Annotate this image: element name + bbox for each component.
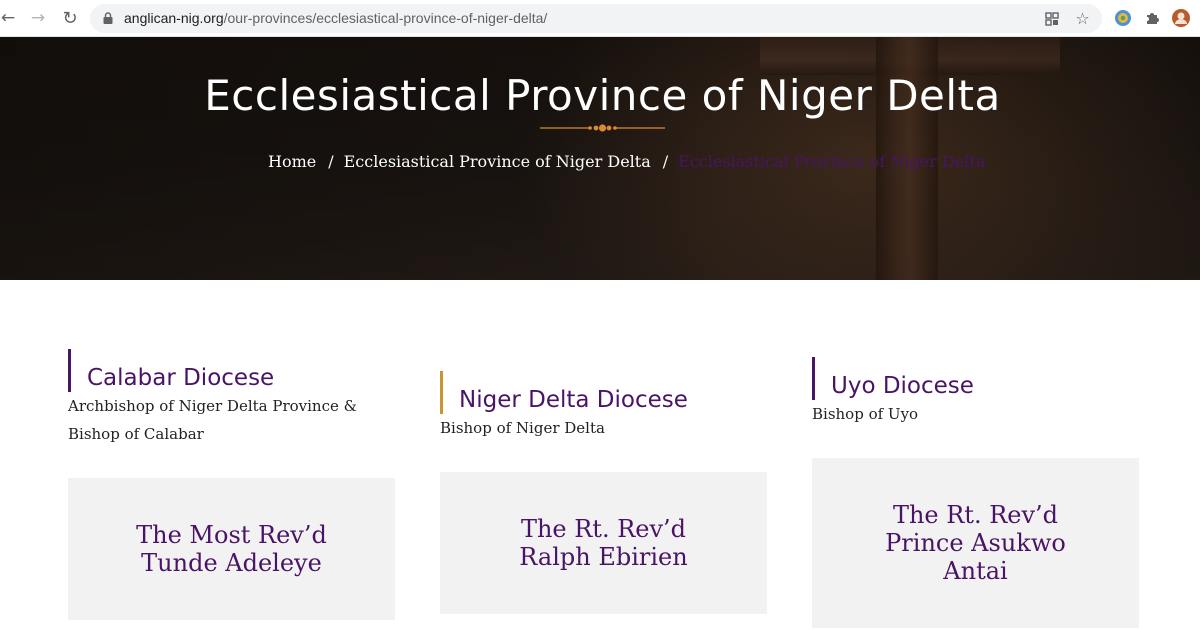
breadcrumb-separator: / bbox=[328, 152, 334, 171]
puzzle-icon[interactable] bbox=[1143, 8, 1163, 28]
bishop-name: The Most Rev’d Tunde Adeleye bbox=[136, 521, 327, 577]
diocese-title: Uyo Diocese bbox=[831, 373, 974, 399]
bishop-card[interactable]: The Rt. Rev’d Ralph Ebirien bbox=[440, 472, 767, 614]
back-icon[interactable]: ← bbox=[0, 6, 20, 30]
url-path: /our-provinces/ecclesiastical-province-o… bbox=[223, 10, 548, 26]
bishop-card[interactable]: The Rt. Rev’d Prince Asukwo Antai bbox=[812, 458, 1139, 628]
url-domain: anglican-nig.org bbox=[124, 10, 224, 26]
accent-bar bbox=[812, 357, 815, 400]
accent-bar bbox=[440, 371, 443, 414]
breadcrumb-separator: / bbox=[662, 152, 669, 171]
bishop-name: The Rt. Rev’d Ralph Ebirien bbox=[519, 515, 688, 571]
url-text[interactable]: anglican-nig.org/our-provinces/ecclesias… bbox=[124, 10, 547, 26]
breadcrumb-home-link[interactable]: Home bbox=[268, 152, 316, 171]
diocese-title: Niger Delta Diocese bbox=[459, 387, 688, 413]
breadcrumb-current: Ecclesiastical Province of Niger Delta bbox=[678, 152, 986, 171]
reload-icon[interactable]: ↻ bbox=[58, 6, 82, 30]
diocese-role: Bishop of Uyo bbox=[812, 405, 919, 423]
apps-icon[interactable] bbox=[1042, 9, 1061, 28]
diocese-role: Bishop of Niger Delta bbox=[440, 419, 605, 437]
ornament-divider bbox=[540, 124, 665, 132]
breadcrumb-parent-link[interactable]: Ecclesiastical Province of Niger Delta bbox=[344, 152, 651, 171]
browser-toolbar: ← → ↻ anglican-nig.org/our-provinces/ecc… bbox=[0, 0, 1200, 37]
star-icon[interactable]: ☆ bbox=[1073, 9, 1092, 28]
page-title: Ecclesiastical Province of Niger Delta bbox=[204, 71, 1001, 120]
accent-bar bbox=[68, 349, 71, 392]
lock-icon bbox=[103, 12, 113, 24]
avatar-icon[interactable] bbox=[1171, 8, 1191, 28]
hero-banner: Ecclesiastical Province of Niger Delta H… bbox=[0, 37, 1200, 280]
bishop-card[interactable]: The Most Rev’d Tunde Adeleye bbox=[68, 478, 395, 620]
bishop-name: The Rt. Rev’d Prince Asukwo Antai bbox=[885, 501, 1066, 585]
diocese-role: Archbishop of Niger Delta Province & Bis… bbox=[68, 397, 357, 443]
forward-icon[interactable]: → bbox=[26, 6, 50, 30]
address-bar[interactable]: anglican-nig.org/our-provinces/ecclesias… bbox=[90, 4, 1102, 33]
globe-icon[interactable] bbox=[1113, 8, 1133, 28]
breadcrumb: Home / Ecclesiastical Province of Niger De… bbox=[268, 152, 985, 171]
diocese-title: Calabar Diocese bbox=[87, 365, 275, 391]
